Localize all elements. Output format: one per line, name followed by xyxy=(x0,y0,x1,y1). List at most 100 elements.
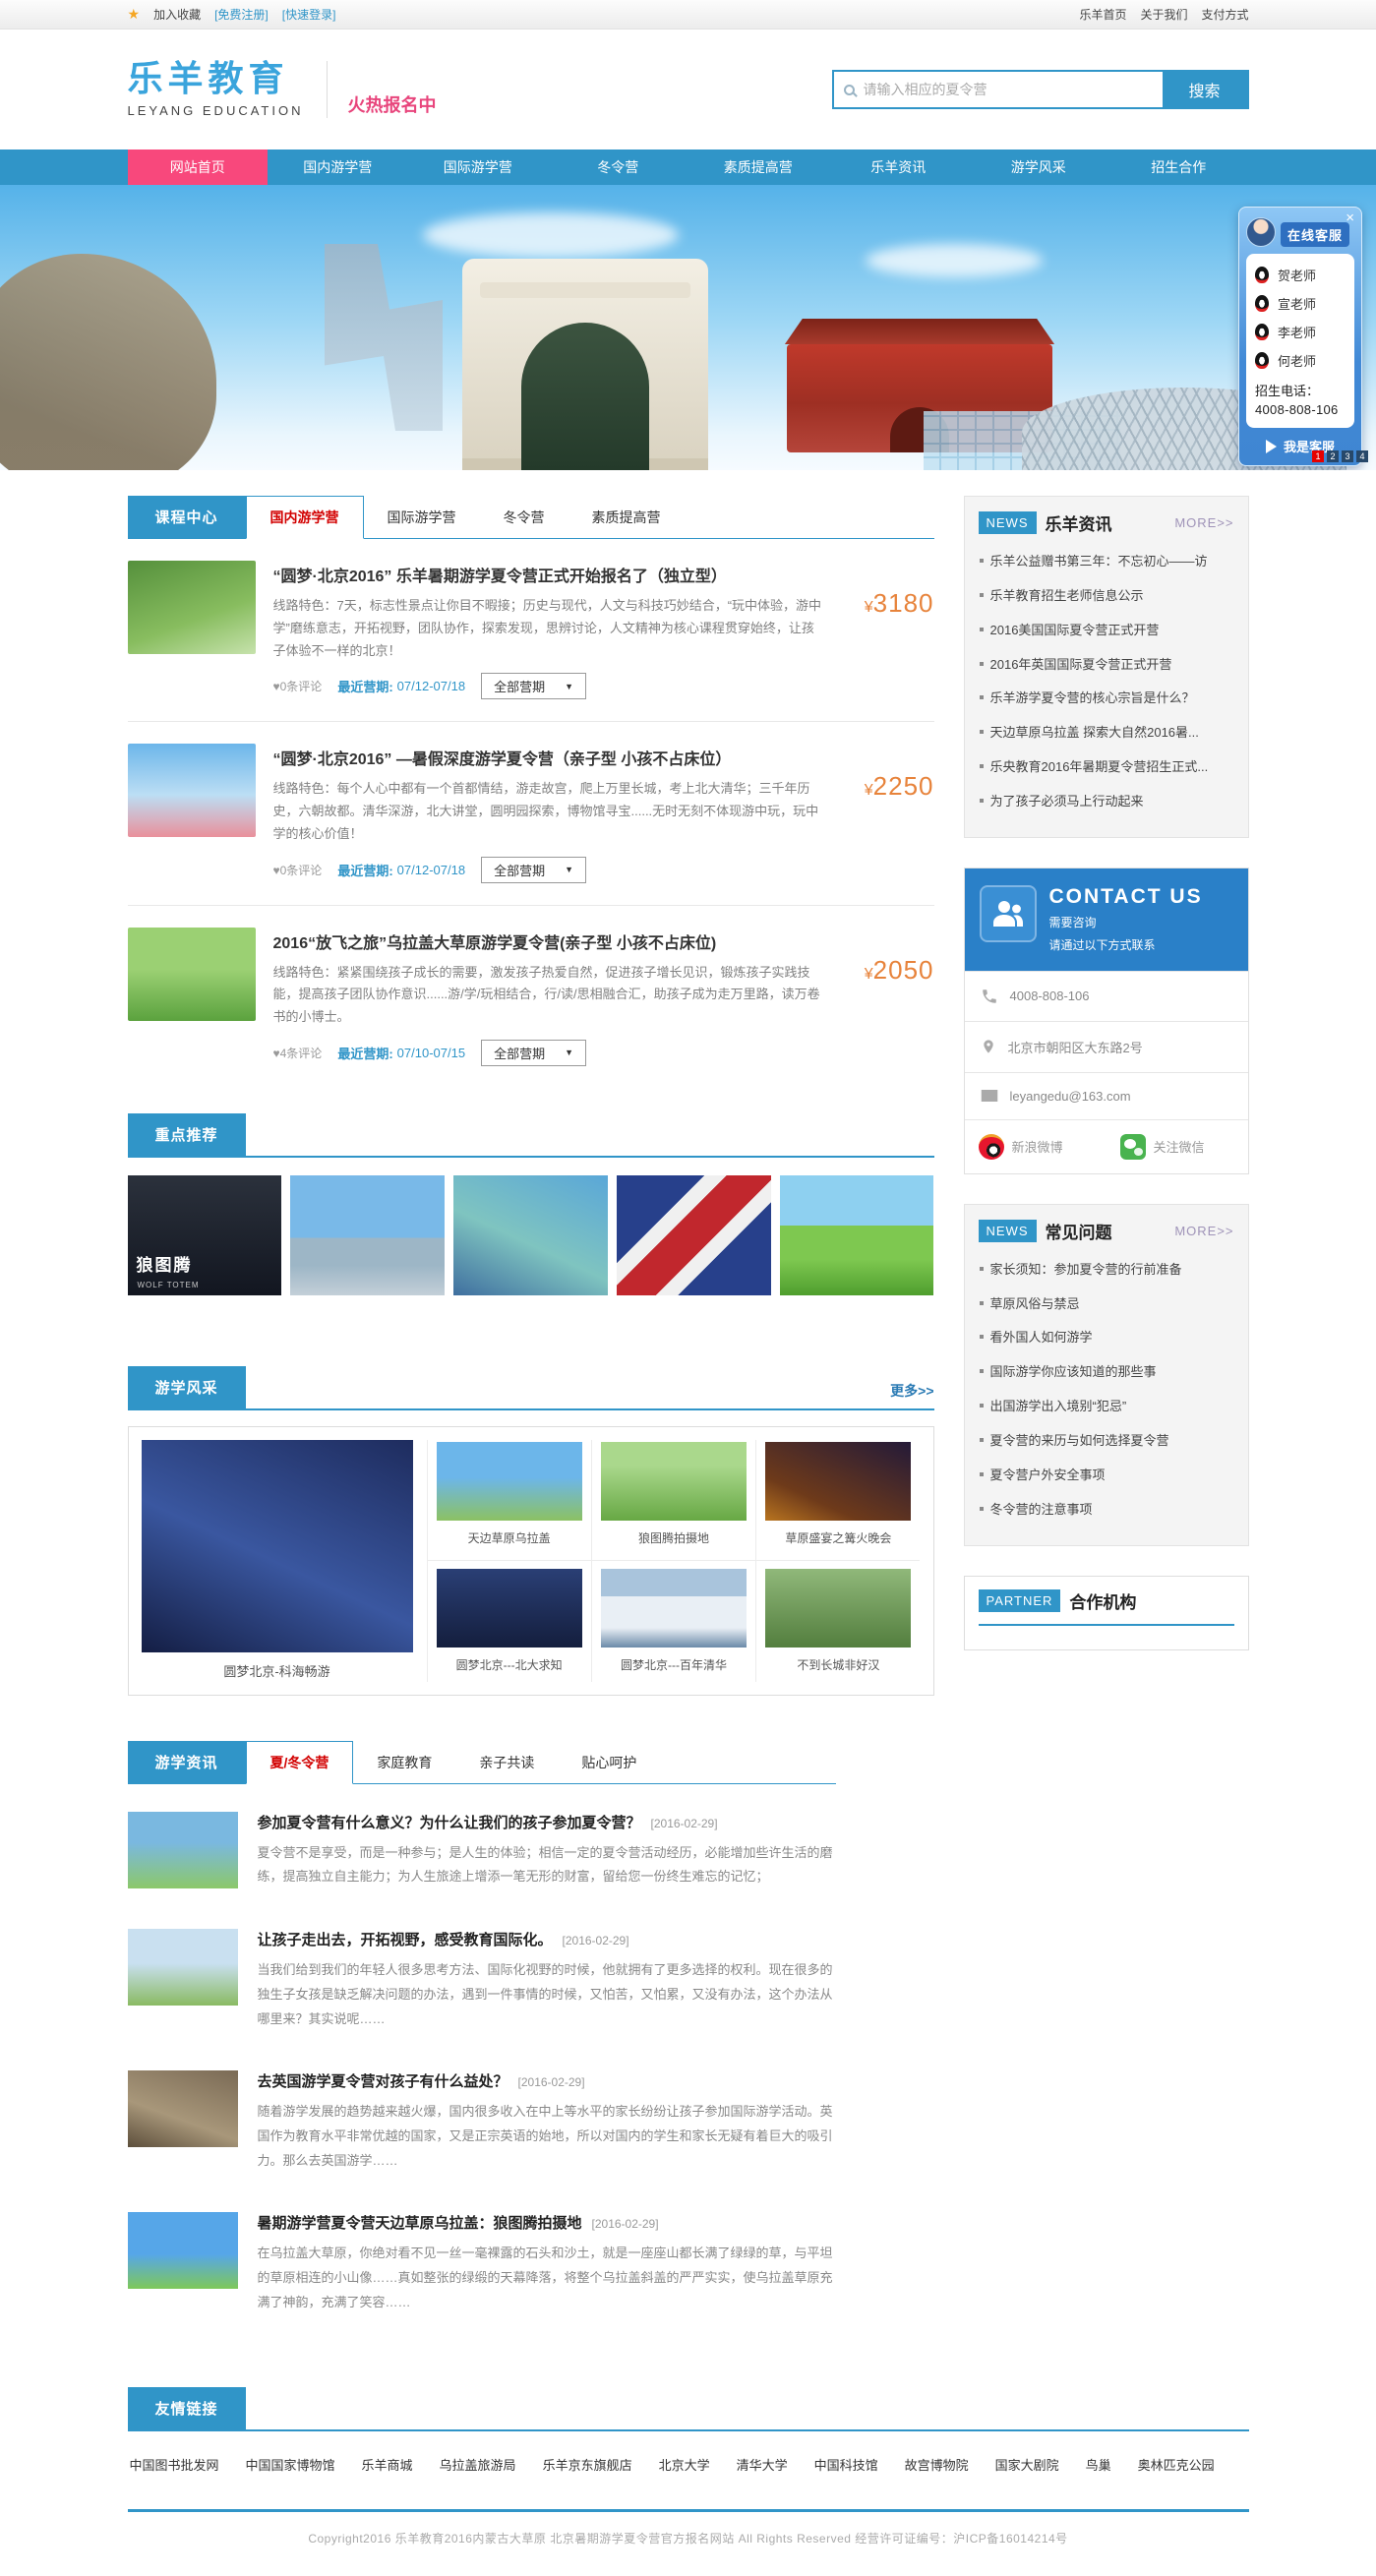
article-tab[interactable]: 贴心呵护 xyxy=(558,1742,660,1783)
recommend-tile[interactable] xyxy=(780,1175,934,1295)
qq-contact-row[interactable]: 李老师 xyxy=(1252,318,1348,346)
course-thumbnail[interactable] xyxy=(128,928,256,1021)
friend-link[interactable]: 中国科技馆 xyxy=(814,2455,878,2474)
add-favorite-link[interactable]: 加入收藏 xyxy=(153,6,201,23)
search-button[interactable]: 搜索 xyxy=(1163,72,1247,107)
faq-list-item[interactable]: 看外国人如何游学 xyxy=(979,1321,1234,1355)
course-thumbnail[interactable] xyxy=(128,744,256,837)
nav-item[interactable]: 冬令营 xyxy=(548,150,688,185)
camp-period-select[interactable]: 全部营期 ▼ xyxy=(481,857,586,883)
friend-link[interactable]: 乐羊京东旗舰店 xyxy=(543,2455,632,2474)
friend-link[interactable]: 北京大学 xyxy=(659,2455,710,2474)
wechat-button[interactable]: 关注微信 xyxy=(1107,1120,1248,1173)
faq-list-item[interactable]: 冬令营的注意事项 xyxy=(979,1493,1234,1528)
article-tab[interactable]: 亲子共读 xyxy=(455,1742,558,1783)
topbar-link[interactable]: 关于我们 xyxy=(1140,6,1187,23)
gallery-featured-item[interactable]: 圆梦北京-科海畅游 xyxy=(142,1440,413,1682)
friend-link[interactable]: 鸟巢 xyxy=(1086,2455,1111,2474)
news-list-item[interactable]: 乐羊公益赠书第三年：不忘初心——访 xyxy=(979,545,1234,579)
news-list-item[interactable]: 乐羊游学夏令营的核心宗旨是什么？ xyxy=(979,682,1234,716)
news-list-item[interactable]: 2016美国国际夏令营正式开营 xyxy=(979,614,1234,648)
banner-page-dot[interactable]: 1 xyxy=(1312,450,1324,462)
camp-period-select[interactable]: 全部营期 ▼ xyxy=(481,1040,586,1066)
logo[interactable]: 乐羊教育 LEYANG EDUCATION xyxy=(128,61,304,118)
friend-link[interactable]: 乐羊商城 xyxy=(362,2455,413,2474)
course-tab[interactable]: 素质提高营 xyxy=(568,497,685,538)
news-list-item[interactable]: 乐央教育2016年暑期夏令营招生正式... xyxy=(979,750,1234,785)
recommend-tile[interactable] xyxy=(617,1175,771,1295)
news-list-item[interactable]: 为了孩子必须马上行动起来 xyxy=(979,785,1234,819)
faq-list-item[interactable]: 夏令营户外安全事项 xyxy=(979,1459,1234,1493)
banner-page-dot[interactable]: 4 xyxy=(1356,450,1368,462)
nav-item[interactable]: 游学风采 xyxy=(969,150,1109,185)
recommend-tile[interactable] xyxy=(290,1175,445,1295)
article-title[interactable]: 让孩子走出去，开拓视野，感受教育国际化。 xyxy=(258,1929,553,1949)
nav-item[interactable]: 招生合作 xyxy=(1108,150,1249,185)
course-title[interactable]: 2016“放飞之旅”乌拉盖大草原游学夏令营(亲子型 小孩不占床位) xyxy=(273,929,826,953)
comments-count[interactable]: ♥4条评论 xyxy=(273,1045,323,1061)
course-tab[interactable]: 国内游学营 xyxy=(246,496,364,539)
banner-page-dot[interactable]: 2 xyxy=(1327,450,1339,462)
friend-link[interactable]: 中国国家博物馆 xyxy=(246,2455,335,2474)
course-title[interactable]: “圆梦·北京2016” —暑假深度游学夏令营（亲子型 小孩不占床位） xyxy=(273,746,826,769)
faq-list-item[interactable]: 家长须知：参加夏令营的行前准备 xyxy=(979,1253,1234,1288)
nav-item[interactable]: 素质提高营 xyxy=(688,150,829,185)
gallery-item[interactable]: 圆梦北京---百年清华 xyxy=(591,1561,755,1682)
article-tab[interactable]: 夏/冬令营 xyxy=(246,1741,354,1784)
friend-link[interactable]: 中国图书批发网 xyxy=(130,2455,219,2474)
course-list: “圆梦·北京2016” 乐羊暑期游学夏令营正式开始报名了（独立型） 线路特色：7… xyxy=(128,539,934,1088)
friend-link[interactable]: 国家大剧院 xyxy=(995,2455,1059,2474)
close-icon[interactable]: × xyxy=(1346,210,1354,225)
article-thumbnail[interactable] xyxy=(128,2212,238,2289)
faq-more-link[interactable]: MORE>> xyxy=(1174,1224,1233,1238)
nav-item[interactable]: 乐羊资讯 xyxy=(828,150,969,185)
gallery-more-link[interactable]: 更多>> xyxy=(890,1381,933,1408)
nav-item[interactable]: 网站首页 xyxy=(128,150,269,185)
article-title[interactable]: 参加夏令营有什么意义？为什么让我们的孩子参加夏令营？ xyxy=(258,1812,641,1832)
course-tab[interactable]: 国际游学营 xyxy=(364,497,480,538)
article-thumbnail[interactable] xyxy=(128,1812,238,1888)
banner-page-dot[interactable]: 3 xyxy=(1342,450,1353,462)
gallery-item[interactable]: 不到长城非好汉 xyxy=(755,1561,920,1682)
gallery-item[interactable]: 狼图腾拍摄地 xyxy=(591,1440,755,1562)
qq-contact-row[interactable]: 宣老师 xyxy=(1252,289,1348,318)
topbar-link[interactable]: 乐羊首页 xyxy=(1079,6,1126,23)
course-thumbnail[interactable] xyxy=(128,561,256,654)
camp-period-select[interactable]: 全部营期 ▼ xyxy=(481,673,586,699)
comments-count[interactable]: ♥0条评论 xyxy=(273,678,323,694)
article-title[interactable]: 去英国游学夏令营对孩子有什么益处？ xyxy=(258,2070,509,2091)
faq-list-item[interactable]: 夏令营的来历与如何选择夏令营 xyxy=(979,1424,1234,1459)
nav-item[interactable]: 国内游学营 xyxy=(268,150,408,185)
friend-link[interactable]: 清华大学 xyxy=(737,2455,788,2474)
qq-contact-row[interactable]: 何老师 xyxy=(1252,346,1348,375)
course-title[interactable]: “圆梦·北京2016” 乐羊暑期游学夏令营正式开始报名了（独立型） xyxy=(273,563,826,586)
article-thumbnail[interactable] xyxy=(128,1929,238,2006)
gallery-item[interactable]: 天边草原乌拉盖 xyxy=(427,1440,591,1562)
nav-item[interactable]: 国际游学营 xyxy=(408,150,549,185)
recommend-tile[interactable]: 狼图腾 WOLF TOTEM xyxy=(128,1175,282,1295)
news-list-item[interactable]: 天边草原乌拉盖 探索大自然2016暑... xyxy=(979,716,1234,750)
qq-contact-row[interactable]: 贺老师 xyxy=(1252,261,1348,289)
friend-link[interactable]: 故宫博物院 xyxy=(905,2455,969,2474)
gallery-item[interactable]: 圆梦北京---北大求知 xyxy=(427,1561,591,1682)
article-tab[interactable]: 家庭教育 xyxy=(353,1742,455,1783)
faq-list-item[interactable]: 国际游学你应该知道的那些事 xyxy=(979,1355,1234,1390)
faq-list-item[interactable]: 出国游学出入境别“犯忌” xyxy=(979,1390,1234,1424)
article-thumbnail[interactable] xyxy=(128,2070,238,2147)
news-list-item[interactable]: 乐羊教育招生老师信息公示 xyxy=(979,579,1234,614)
news-list-item[interactable]: 2016年英国国际夏令营正式开营 xyxy=(979,648,1234,683)
course-tab[interactable]: 冬令营 xyxy=(480,497,568,538)
friend-link[interactable]: 乌拉盖旅游局 xyxy=(440,2455,516,2474)
topbar-link[interactable]: 支付方式 xyxy=(1201,6,1248,23)
news-more-link[interactable]: MORE>> xyxy=(1174,515,1233,530)
gallery-item[interactable]: 草原盛宴之篝火晚会 xyxy=(755,1440,920,1562)
faq-list-item[interactable]: 草原风俗与禁忌 xyxy=(979,1288,1234,1322)
article-title[interactable]: 暑期游学营夏令营天边草原乌拉盖：狼图腾拍摄地 xyxy=(258,2212,582,2233)
search-input[interactable] xyxy=(864,82,1153,97)
login-link[interactable]: [快速登录] xyxy=(282,6,336,23)
weibo-button[interactable]: 新浪微博 xyxy=(965,1120,1107,1173)
register-link[interactable]: [免费注册] xyxy=(214,6,269,23)
recommend-tile[interactable] xyxy=(453,1175,608,1295)
comments-count[interactable]: ♥0条评论 xyxy=(273,862,323,878)
friend-link[interactable]: 奥林匹克公园 xyxy=(1138,2455,1215,2474)
